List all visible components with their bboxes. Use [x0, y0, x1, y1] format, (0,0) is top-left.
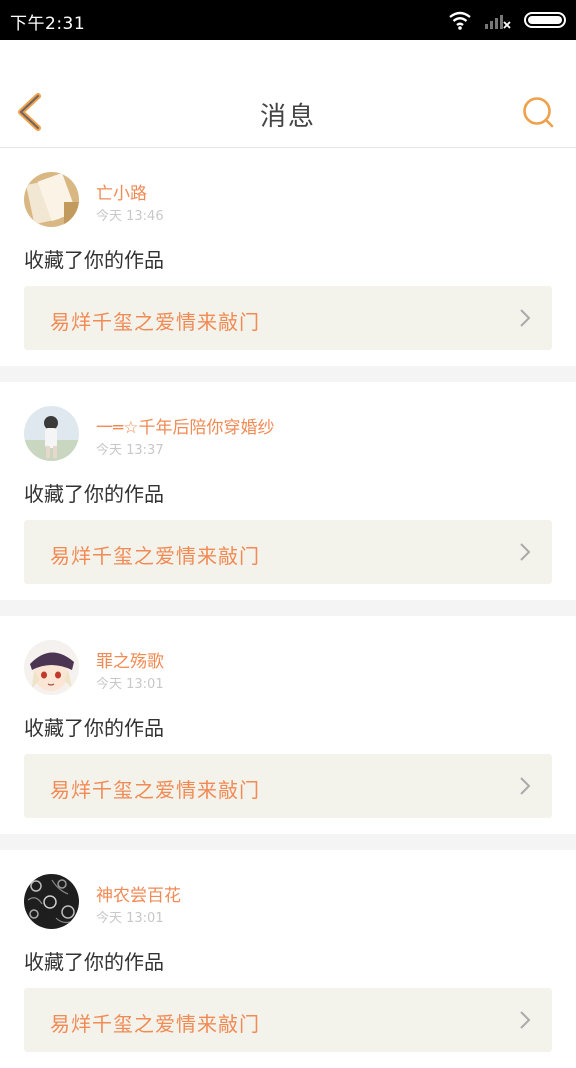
- action-text: 收藏了你的作品: [24, 950, 164, 974]
- page-title: 消息: [259, 102, 316, 132]
- timestamp: 今天 13:01: [96, 911, 164, 926]
- timestamp: 今天 13:46: [96, 209, 164, 224]
- avatar[interactable]: [24, 406, 79, 461]
- work-title: 易烊千玺之爱情来敲门: [50, 778, 260, 802]
- work-title: 易烊千玺之爱情来敲门: [50, 1012, 260, 1036]
- username[interactable]: 亡小路: [96, 179, 147, 204]
- status-icons: [448, 8, 566, 32]
- message-list: 亡小路 今天 13:46 收藏了你的作品 易烊千玺之爱情来敲门 一═☆千年后陪你…: [0, 148, 576, 1068]
- work-title: 易烊千玺之爱情来敲门: [50, 544, 260, 568]
- chevron-right-icon: [520, 309, 531, 327]
- username[interactable]: 神农尝百花: [96, 881, 181, 906]
- chevron-right-icon: [520, 777, 531, 795]
- status-bar: 下午2:31: [0, 0, 576, 40]
- divider: [0, 834, 576, 850]
- work-link[interactable]: 易烊千玺之爱情来敲门: [24, 520, 552, 584]
- search-button[interactable]: [520, 94, 556, 130]
- signal-icon: [485, 15, 511, 29]
- username[interactable]: 一═☆千年后陪你穿婚纱: [96, 413, 274, 438]
- avatar[interactable]: [24, 874, 79, 929]
- message-item: 罪之殇歌 今天 13:01 收藏了你的作品 易烊千玺之爱情来敲门: [0, 616, 576, 834]
- chevron-right-icon: [520, 543, 531, 561]
- action-text: 收藏了你的作品: [24, 248, 164, 272]
- work-link[interactable]: 易烊千玺之爱情来敲门: [24, 286, 552, 350]
- timestamp: 今天 13:01: [96, 677, 164, 692]
- message-item: 一═☆千年后陪你穿婚纱 今天 13:37 收藏了你的作品 易烊千玺之爱情来敲门: [0, 382, 576, 600]
- action-text: 收藏了你的作品: [24, 716, 164, 740]
- action-text: 收藏了你的作品: [24, 482, 164, 506]
- chevron-right-icon: [520, 1011, 531, 1029]
- avatar[interactable]: [24, 640, 79, 695]
- battery-icon: [524, 12, 566, 28]
- timestamp: 今天 13:37: [96, 443, 164, 458]
- status-time: 下午2:31: [10, 14, 86, 34]
- wifi-icon: [449, 11, 471, 30]
- message-item: 神农尝百花 今天 13:01 收藏了你的作品 易烊千玺之爱情来敲门: [0, 850, 576, 1068]
- divider: [0, 366, 576, 382]
- app-header: 消息: [0, 40, 576, 148]
- divider: [0, 600, 576, 616]
- avatar[interactable]: [24, 172, 79, 227]
- work-title: 易烊千玺之爱情来敲门: [50, 310, 260, 334]
- username[interactable]: 罪之殇歌: [96, 647, 164, 672]
- message-item: 亡小路 今天 13:46 收藏了你的作品 易烊千玺之爱情来敲门: [0, 148, 576, 366]
- work-link[interactable]: 易烊千玺之爱情来敲门: [24, 754, 552, 818]
- work-link[interactable]: 易烊千玺之爱情来敲门: [24, 988, 552, 1052]
